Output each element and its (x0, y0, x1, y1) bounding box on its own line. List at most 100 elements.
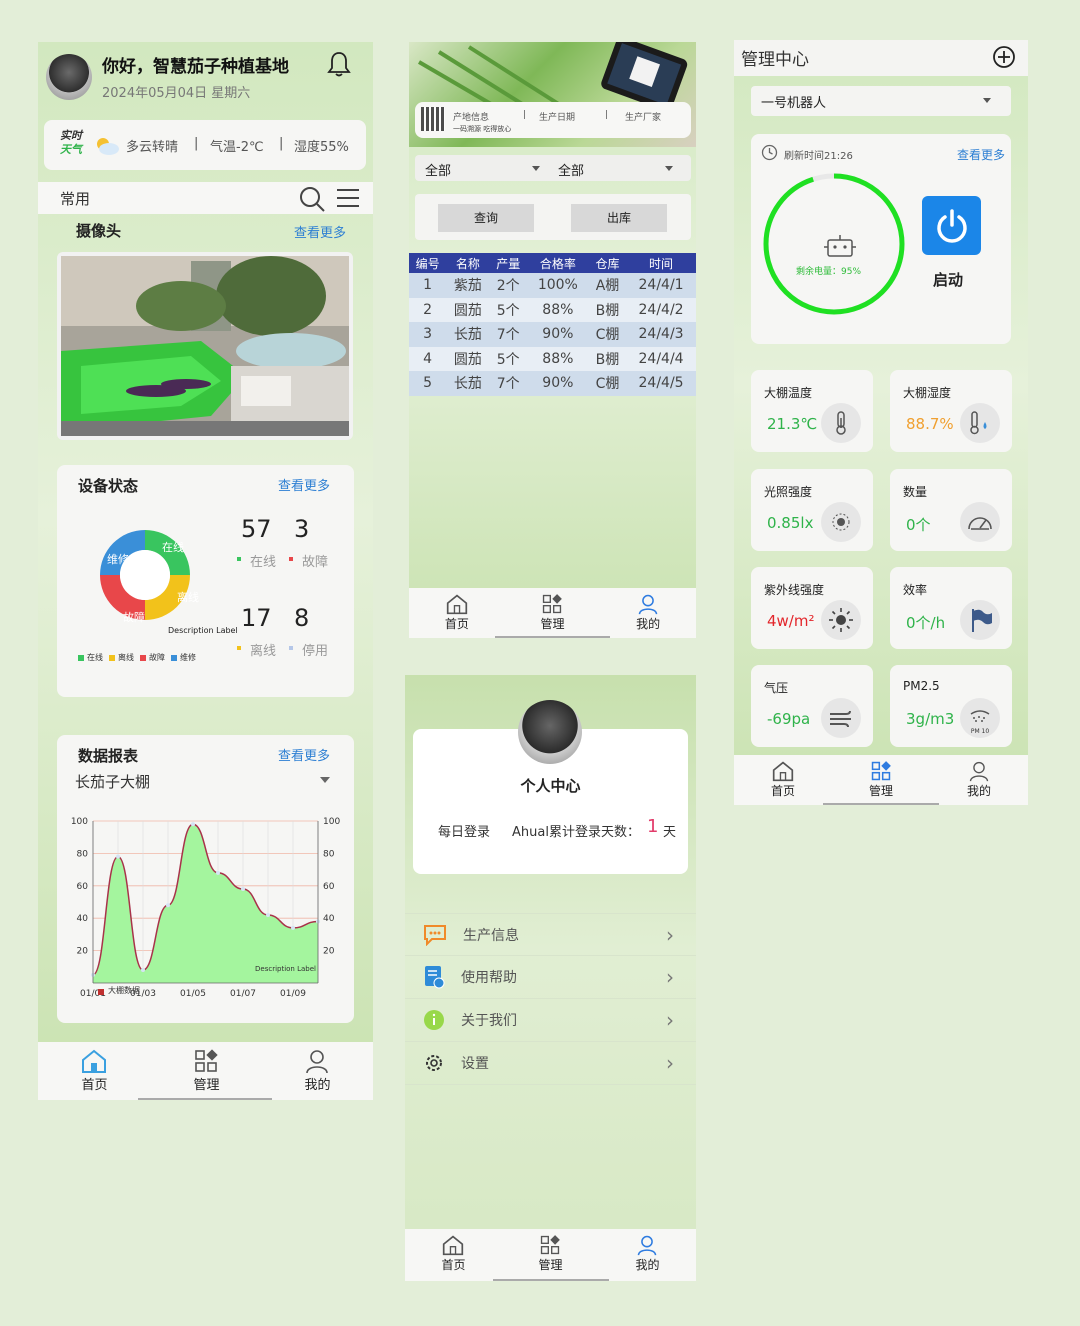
chevron-down-icon (320, 777, 330, 783)
online-dot (237, 557, 241, 561)
power-button[interactable] (922, 196, 981, 255)
description-label: Description Label (168, 626, 238, 635)
divider: | (279, 136, 284, 151)
pm-badge: PM 10 (970, 728, 990, 735)
filter-dropdown-2[interactable]: 全部 (558, 160, 673, 179)
y-tick-label-right: 60 (323, 882, 335, 892)
data-point (191, 822, 195, 827)
sensor-card[interactable]: 大棚温度 21.3℃ (751, 370, 873, 452)
query-button[interactable]: 查询 (438, 204, 534, 232)
table-row[interactable]: 5 长茄 7个 90% C棚 24/4/5 (409, 371, 696, 396)
chart-legend-label: 大棚数据 (108, 986, 140, 995)
tab-manage[interactable]: 管理 (193, 1048, 219, 1100)
camera-view[interactable] (57, 252, 353, 440)
robot-dropdown[interactable]: 一号机器人 (751, 86, 1011, 116)
table-cell: 1 (409, 273, 447, 298)
table-row[interactable]: 2 圆茄 5个 88% B棚 24/4/2 (409, 297, 696, 322)
clock-icon (761, 144, 778, 165)
table-header: 合格率 (526, 253, 589, 273)
menu-icon[interactable] (336, 187, 360, 213)
days-unit: 天 (663, 825, 677, 840)
battery-value: 95% (841, 267, 862, 277)
sensor-card[interactable]: 效率 0个/h (890, 567, 1012, 649)
table-row[interactable]: 1 紫茄 2个 100% A棚 24/4/1 (409, 273, 696, 298)
avatar[interactable] (518, 700, 582, 764)
see-more-link[interactable]: 查看更多 (957, 146, 1005, 163)
menu-production-info[interactable]: 生产信息 › (405, 913, 696, 956)
y-tick-label-right: 40 (323, 914, 335, 924)
table-row[interactable]: 4 圆茄 5个 88% B棚 24/4/4 (409, 346, 696, 371)
start-label: 启动 (933, 271, 964, 289)
table-cell: 5个 (489, 346, 527, 371)
see-more-link[interactable]: 查看更多 (278, 475, 330, 494)
tab-mine[interactable]: 我的 (304, 1048, 330, 1100)
table-header: 产量 (489, 253, 527, 273)
sensor-label: 紫外线强度 (764, 583, 825, 597)
tab-home[interactable]: 首页 (441, 1234, 466, 1281)
fault-count: 3 (294, 515, 310, 543)
robot-card: 刷新时间21:26 查看更多 剩余电量：95% 启动 (751, 134, 1011, 344)
tab-mine[interactable]: 我的 (635, 1234, 660, 1281)
pm10-icon: PM 10 (960, 698, 1000, 738)
chevron-right-icon: › (666, 922, 674, 947)
table-cell: 7个 (489, 371, 527, 396)
bell-icon[interactable] (327, 50, 351, 82)
tab-home[interactable]: 首页 (80, 1048, 108, 1100)
table-cell: 90% (526, 322, 589, 347)
sensor-card[interactable]: 大棚湿度 88.7% (890, 370, 1012, 452)
report-card: 数据报表 查看更多 长茄子大棚 20 20 40 40 60 60 80 80 100 100 01… (57, 735, 354, 1023)
tab-home[interactable]: 首页 (771, 760, 795, 805)
tab-manage[interactable]: 管理 (540, 593, 564, 638)
avatar[interactable] (46, 54, 92, 100)
table-row[interactable]: 3 长茄 7个 90% C棚 24/4/3 (409, 322, 696, 347)
y-tick-label-right: 20 (323, 947, 335, 957)
action-panel: 查询 出库 (415, 194, 691, 240)
table-cell: 5 (409, 371, 447, 396)
sensor-card[interactable]: PM2.5 3g/m3 PM 10 (890, 665, 1012, 747)
common-label: 常用 (60, 190, 91, 208)
weather-condition: 多云转晴 (126, 140, 179, 155)
common-bar: 常用 (38, 182, 373, 214)
sensor-label: 大棚湿度 (903, 386, 952, 400)
table-cell: 长茄 (446, 371, 490, 396)
out-button[interactable]: 出库 (571, 204, 667, 232)
menu-about[interactable]: 关于我们 › (405, 999, 696, 1042)
greenhouse-dropdown[interactable]: 长茄子大棚 (75, 771, 330, 793)
robot-icon (822, 234, 858, 264)
tab-indicator (138, 1098, 272, 1100)
daily-login: 每日登录 (438, 825, 491, 840)
refresh-time: 刷新时间21:26 (784, 151, 853, 162)
tab-mine[interactable]: 我的 (967, 760, 991, 805)
chart-description: Description Label (255, 965, 316, 973)
tab-home[interactable]: 首页 (445, 593, 469, 638)
grid-icon (195, 1049, 219, 1072)
data-point (166, 903, 170, 908)
trace-date[interactable]: 生产日期 (539, 110, 575, 123)
menu-settings[interactable]: 设置 › (405, 1042, 696, 1085)
sensor-card[interactable]: 气压 -69pa (751, 665, 873, 747)
filter-dropdown-1[interactable]: 全部 (425, 160, 540, 179)
tab-mine[interactable]: 我的 (636, 593, 660, 638)
sensor-card[interactable]: 紫外线强度 4w/m² (751, 567, 873, 649)
add-icon[interactable] (992, 45, 1016, 73)
sensor-card[interactable]: 光照强度 0.85lx (751, 469, 873, 551)
table-header: 名称 (446, 253, 490, 273)
sensor-card[interactable]: 数量 0个 (890, 469, 1012, 551)
table-cell: 24/4/1 (626, 273, 696, 298)
menu-help[interactable]: 使用帮助 › (405, 956, 696, 999)
sensor-value: 88.7% (906, 415, 954, 433)
tab-manage[interactable]: 管理 (869, 760, 893, 805)
trace-origin[interactable]: 产地信息 (453, 110, 489, 123)
search-icon[interactable] (298, 185, 326, 217)
home-icon (82, 1049, 107, 1073)
trace-maker[interactable]: 生产厂家 (625, 110, 661, 123)
x-tick-label: 01/07 (230, 989, 256, 999)
sensor-value: 3g/m3 (906, 710, 955, 728)
table-cell: 24/4/5 (626, 371, 696, 396)
y-tick-label-right: 80 (323, 849, 335, 859)
see-more-link[interactable]: 查看更多 (294, 222, 346, 241)
qr-code-icon[interactable] (421, 107, 445, 131)
tab-manage[interactable]: 管理 (538, 1234, 563, 1281)
x-tick-label: 01/09 (280, 989, 306, 999)
see-more-link[interactable]: 查看更多 (278, 745, 330, 764)
